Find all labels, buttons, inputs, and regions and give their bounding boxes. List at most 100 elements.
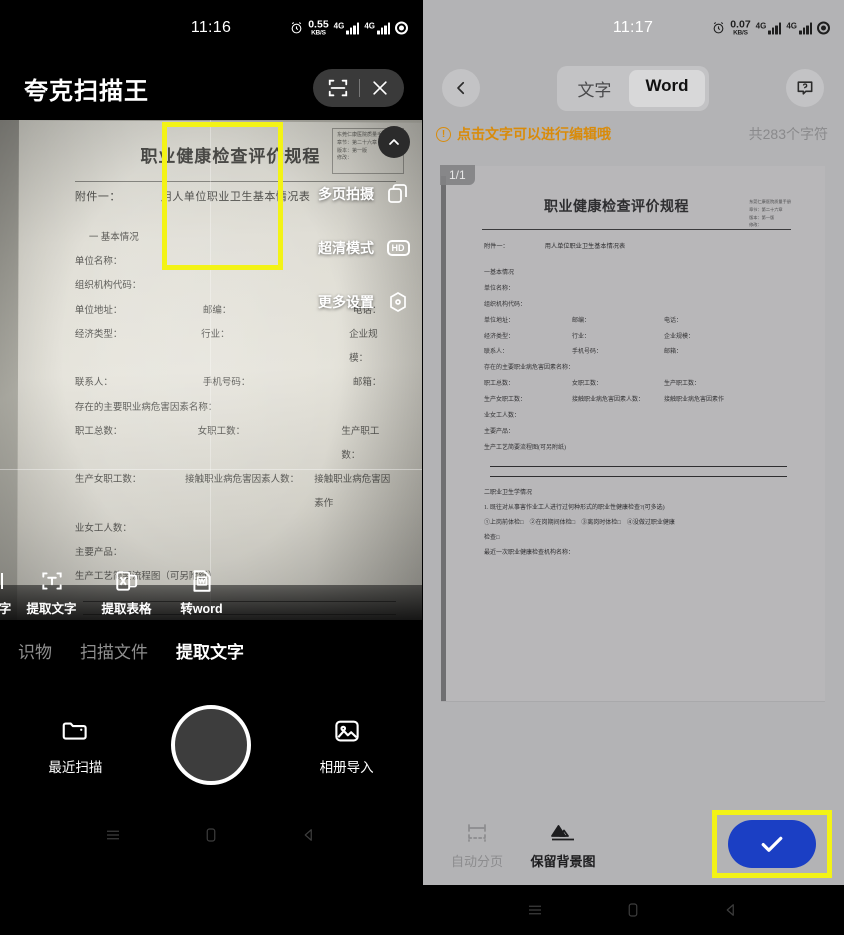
speed-value: 0.55	[308, 18, 329, 31]
mode-tab-bar: 识物 扫描文件 提取文字	[0, 620, 422, 680]
header-actions	[313, 69, 404, 107]
album-import-button[interactable]: 相册导入	[292, 714, 402, 776]
document-content: 东莞仁康医院质量手册 章节：第二十六章 版本：第一版 修改： 职业健康检查评价规…	[446, 176, 825, 701]
extract-text-highlight	[162, 122, 283, 270]
panel-seam	[422, 0, 423, 935]
photo-icon	[292, 714, 402, 748]
status-time: 11:16	[190, 19, 232, 36]
alarm-icon	[713, 22, 724, 34]
menu-icon[interactable]	[526, 901, 544, 919]
hd-label: 超清模式	[318, 240, 374, 256]
app-title: 夸克扫描王	[24, 77, 149, 105]
function-label: 转word	[180, 601, 223, 616]
keep-background-button[interactable]: 保留背景图	[520, 819, 606, 870]
right-phone-screen: 11:17 0.07 KB/S 4G 4G 文字 Word ! 点击文字可以进行…	[422, 0, 844, 935]
keep-background-icon	[520, 819, 606, 847]
function-strip: 字 提取文字 提取表格 转word	[0, 564, 422, 620]
network-speed: 0.55 KB/S	[308, 18, 329, 37]
recent-scans-label: 最近扫描	[48, 760, 103, 775]
mode-tab-scan-doc[interactable]: 扫描文件	[66, 638, 162, 663]
album-import-label: 相册导入	[319, 760, 374, 775]
back-icon[interactable]	[300, 826, 318, 844]
camera-control-hd[interactable]: 超清模式 HD	[318, 236, 410, 260]
home-icon[interactable]	[202, 826, 220, 844]
partial-icon	[0, 568, 14, 594]
camera-side-controls: 多页拍摄 超清模式 HD 更多设置	[318, 126, 410, 344]
status-time: 11:17	[612, 19, 654, 36]
tab-word[interactable]: Word	[629, 69, 705, 107]
sim1-signal: 4G	[756, 22, 782, 34]
doc-section-one: 一基本情况 单位名称： 组织机构代码： 单位地址： 邮编： 电话： 经济类型： 行业：…	[484, 270, 725, 451]
chevron-left-icon[interactable]	[442, 69, 480, 107]
doc-blank-line-2	[490, 475, 787, 477]
format-tab-switcher: 文字 Word	[557, 65, 709, 111]
extract-table-icon	[89, 568, 164, 594]
settings-gear-icon	[386, 290, 410, 314]
auto-split-icon	[434, 819, 520, 847]
screenshot-root: 11:16 0.55 KB/S 4G 4G 夸克扫描王 多页拍摄 超清模式 HD…	[0, 0, 844, 935]
speed-unit: KB/S	[733, 29, 748, 36]
sim2-signal: 4G	[364, 22, 390, 34]
android-navbar-left	[0, 810, 422, 860]
help-icon[interactable]	[786, 69, 824, 107]
tab-text[interactable]: 文字	[561, 70, 627, 107]
status-icons: 0.55 KB/S 4G 4G	[290, 18, 408, 37]
function-item-extract-text[interactable]: 提取文字	[14, 568, 89, 617]
home-icon[interactable]	[624, 901, 642, 919]
doc-section-two: 二职业卫生学情况 1. 既往对从事害作业工人进行过何种形式的职业性健康检查?(可…	[484, 489, 675, 556]
folder-icon	[20, 714, 130, 748]
shutter-button[interactable]	[170, 705, 251, 785]
close-icon[interactable]	[370, 78, 390, 98]
camera-viewfinder[interactable]: 东莞仁康医院质量手册 章节：第二十六章 版本：第一版 修改： 职业健康检查评价规…	[0, 120, 422, 680]
settings-label: 更多设置	[318, 294, 374, 310]
result-header: 文字 Word	[422, 56, 844, 120]
document-page[interactable]: 东莞仁康医院质量手册 章节：第二十六章 版本：第一版 修改： 职业健康检查评价规…	[441, 166, 825, 701]
menu-icon[interactable]	[104, 826, 122, 844]
document-page-area[interactable]: 1/1 东莞仁康医院质量手册 章节：第二十六章 版本：第一版 修改： 职业健康检…	[422, 165, 844, 701]
keep-background-label: 保留背景图	[530, 853, 596, 869]
edit-hint: ! 点击文字可以进行编辑哦	[436, 124, 611, 144]
multi-page-icon	[386, 182, 410, 206]
to-word-icon	[164, 568, 239, 594]
scan-guide-h	[0, 469, 422, 470]
sim1-signal: 4G	[334, 22, 360, 34]
speed-value: 0.07	[730, 18, 751, 31]
app-header: 夸克扫描王	[0, 56, 422, 120]
sim2-signal: 4G	[786, 22, 812, 34]
battery-icon	[817, 21, 830, 35]
doc-blank-line-1	[490, 465, 787, 467]
camera-control-settings[interactable]: 更多设置	[318, 290, 410, 314]
recent-scans-button[interactable]: 最近扫描	[20, 714, 130, 776]
camera-bottom-bar: 最近扫描 相册导入	[0, 680, 422, 810]
network-speed: 0.07 KB/S	[730, 18, 751, 37]
camera-control-multipage[interactable]: 多页拍摄	[318, 182, 410, 206]
function-label: 提取表格	[101, 601, 152, 616]
battery-icon	[395, 21, 408, 35]
doc-rule	[482, 229, 791, 230]
mode-tab-recognize[interactable]: 识物	[4, 638, 66, 663]
auto-split-button[interactable]: 自动分页	[434, 819, 520, 870]
result-bottom-bar: 自动分页 保留背景图	[422, 803, 844, 885]
back-icon[interactable]	[722, 901, 740, 919]
scan-frame-icon[interactable]	[327, 77, 349, 99]
function-item-extract-table[interactable]: 提取表格	[89, 568, 164, 617]
confirm-button-highlight	[712, 810, 832, 878]
doc-title: 职业健康检查评价规程	[544, 200, 689, 215]
extract-text-icon	[14, 568, 89, 594]
status-icons: 0.07 KB/S 4G 4G	[712, 18, 830, 37]
chevron-up-icon[interactable]	[378, 126, 410, 158]
alarm-icon	[291, 22, 302, 34]
confirm-area	[712, 810, 832, 878]
doc-stamp: 东莞仁康医院质量手册 章节：第二十六章 版本：第一版 修改：	[749, 199, 791, 228]
doc-attachment: 附件一： 用人单位职业卫生基本情况表	[484, 243, 626, 250]
char-count: 共283个字符	[748, 126, 828, 142]
speed-unit: KB/S	[311, 29, 326, 36]
function-item-to-word[interactable]: 转word	[164, 568, 239, 617]
edit-hint-row: ! 点击文字可以进行编辑哦 共283个字符	[422, 120, 844, 144]
edit-hint-text: 点击文字可以进行编辑哦	[457, 126, 611, 142]
mode-tab-extract-text[interactable]: 提取文字	[162, 638, 258, 663]
function-item-partial[interactable]: 字	[0, 568, 14, 617]
function-label: 提取文字	[26, 601, 77, 616]
multipage-label: 多页拍摄	[318, 186, 374, 202]
left-phone-screen: 11:16 0.55 KB/S 4G 4G 夸克扫描王 多页拍摄 超清模式 HD…	[0, 0, 422, 935]
